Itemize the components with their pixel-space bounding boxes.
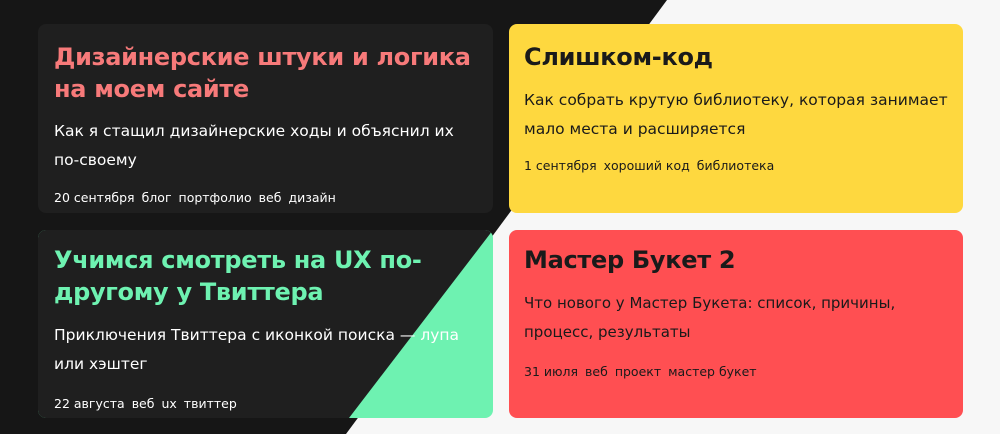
post-title[interactable]: Дизайнерские штуки и логика на моем сайт… — [54, 41, 477, 105]
post-tag[interactable]: блог — [142, 190, 172, 205]
post-tag[interactable]: дизайн — [288, 190, 335, 205]
post-tag[interactable]: веб — [585, 364, 608, 379]
post-description: Приключения Твиттера с иконкой поиска — … — [54, 326, 460, 373]
post-description: Как я стащил дизайнерские ходы и объясни… — [54, 122, 454, 169]
post-date: 1 сентября — [524, 158, 597, 173]
post-tag[interactable]: портфолио — [179, 190, 252, 205]
post-meta: 1 сентября хороший код библиотека — [524, 157, 948, 175]
post-title[interactable]: Мастер Букет 2 — [524, 244, 948, 276]
post-meta: 22 августа веб ux твиттер — [54, 395, 477, 413]
post-tag[interactable]: веб — [259, 190, 282, 205]
post-tag[interactable]: твиттер — [184, 396, 237, 411]
post-card-twitter-ux[interactable]: Учимся смотреть на UX по-другому у Твитт… — [38, 230, 493, 418]
post-card-master-buket[interactable]: Мастер Букет 2 Что нового у Мастер Букет… — [509, 230, 963, 418]
post-tag[interactable]: мастер букет — [668, 364, 756, 379]
post-title[interactable]: Учимся смотреть на UX по-другому у Твитт… — [54, 244, 477, 308]
post-tag[interactable]: ux — [161, 396, 176, 411]
post-meta: 31 июля веб проект мастер букет — [524, 363, 948, 381]
post-tag[interactable]: проект — [615, 364, 661, 379]
post-description: Что нового у Мастер Букета: список, прич… — [524, 294, 896, 341]
post-date: 22 августа — [54, 396, 125, 411]
post-title[interactable]: Слишком-код — [524, 41, 948, 73]
post-tag[interactable]: веб — [132, 396, 155, 411]
post-description: Как собрать крутую библиотеку, которая з… — [524, 91, 948, 138]
post-date: 20 сентября — [54, 190, 135, 205]
post-card-too-much-code[interactable]: Слишком-код Как собрать крутую библиотек… — [509, 24, 963, 213]
post-tag[interactable]: библиотека — [697, 158, 774, 173]
post-meta: 20 сентября блог портфолио веб дизайн — [54, 189, 477, 207]
post-card-design-logic[interactable]: Дизайнерские штуки и логика на моем сайт… — [38, 24, 493, 213]
post-date: 31 июля — [524, 364, 579, 379]
post-tag[interactable]: хороший код — [604, 158, 690, 173]
